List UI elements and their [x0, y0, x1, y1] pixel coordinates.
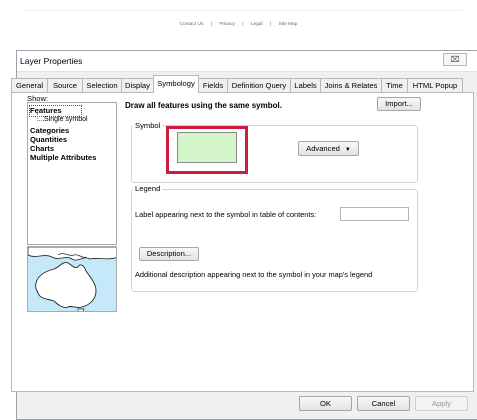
tab-selection[interactable]: Selection	[82, 78, 122, 92]
tab-joins-relates[interactable]: Joins & Relates	[320, 78, 382, 92]
tree-branch-line	[37, 113, 44, 121]
tree-item-charts[interactable]: Charts	[30, 144, 54, 153]
tab-general[interactable]: General	[11, 78, 48, 92]
tree-item-quantities[interactable]: Quantities	[30, 135, 67, 144]
tab-symbology[interactable]: Symbology	[153, 75, 199, 93]
tab-html-popup[interactable]: HTML Popup	[407, 78, 463, 92]
tree-item-multiple-attributes[interactable]: Multiple Attributes	[30, 153, 96, 162]
legend-group-label: Legend	[133, 184, 163, 193]
tab-source[interactable]: Source	[47, 78, 83, 92]
link-separator: |	[269, 22, 272, 27]
symbology-heading: Draw all features using the same symbol.	[125, 101, 282, 110]
import-button[interactable]: Import...	[377, 97, 421, 111]
renderer-preview-map	[27, 246, 117, 312]
dialog-title: Layer Properties	[20, 56, 83, 66]
legal-link[interactable]: Legal	[251, 22, 263, 27]
symbol-group-label: Symbol	[133, 121, 163, 130]
symbol-swatch-button[interactable]	[177, 132, 237, 163]
tree-item-categories[interactable]: Categories	[30, 126, 69, 135]
close-button[interactable]: ⌧	[443, 53, 467, 66]
tab-time[interactable]: Time	[381, 78, 408, 92]
close-icon: ⌧	[450, 55, 460, 64]
apply-button[interactable]: Apply	[415, 396, 468, 411]
renderer-tree: Features Single symbol Categories Quanti…	[27, 102, 117, 245]
legend-label-input[interactable]	[340, 207, 409, 221]
dialog-titlebar: Layer Properties ⌧	[17, 51, 477, 72]
contact-us-link[interactable]: Contact Us	[180, 22, 204, 27]
link-separator: |	[242, 22, 244, 27]
link-separator: |	[210, 22, 212, 27]
description-text: Additional description appearing next to…	[135, 270, 373, 279]
page-links: Contact Us | Privacy | Legal | Site Map	[0, 22, 477, 27]
privacy-link[interactable]: Privacy	[219, 22, 235, 27]
tab-display[interactable]: Display	[121, 78, 154, 92]
ok-button[interactable]: OK	[299, 396, 352, 411]
tab-fields[interactable]: Fields	[198, 78, 228, 92]
tree-item-features[interactable]: Features	[30, 106, 62, 115]
australia-map-image	[28, 247, 116, 311]
description-button[interactable]: Description...	[139, 247, 199, 261]
legend-label-text: Label appearing next to the symbol in ta…	[135, 210, 317, 219]
tab-labels[interactable]: Labels	[290, 78, 321, 92]
dropdown-arrow-icon: ▼	[344, 147, 351, 153]
advanced-button[interactable]: Advanced ▼	[298, 141, 359, 156]
cancel-button[interactable]: Cancel	[357, 396, 410, 411]
tree-item-single-symbol[interactable]: Single symbol	[44, 116, 88, 123]
tab-definition-query[interactable]: Definition Query	[227, 78, 291, 92]
page-divider	[24, 10, 462, 11]
site-map-link[interactable]: Site Map	[279, 22, 298, 27]
